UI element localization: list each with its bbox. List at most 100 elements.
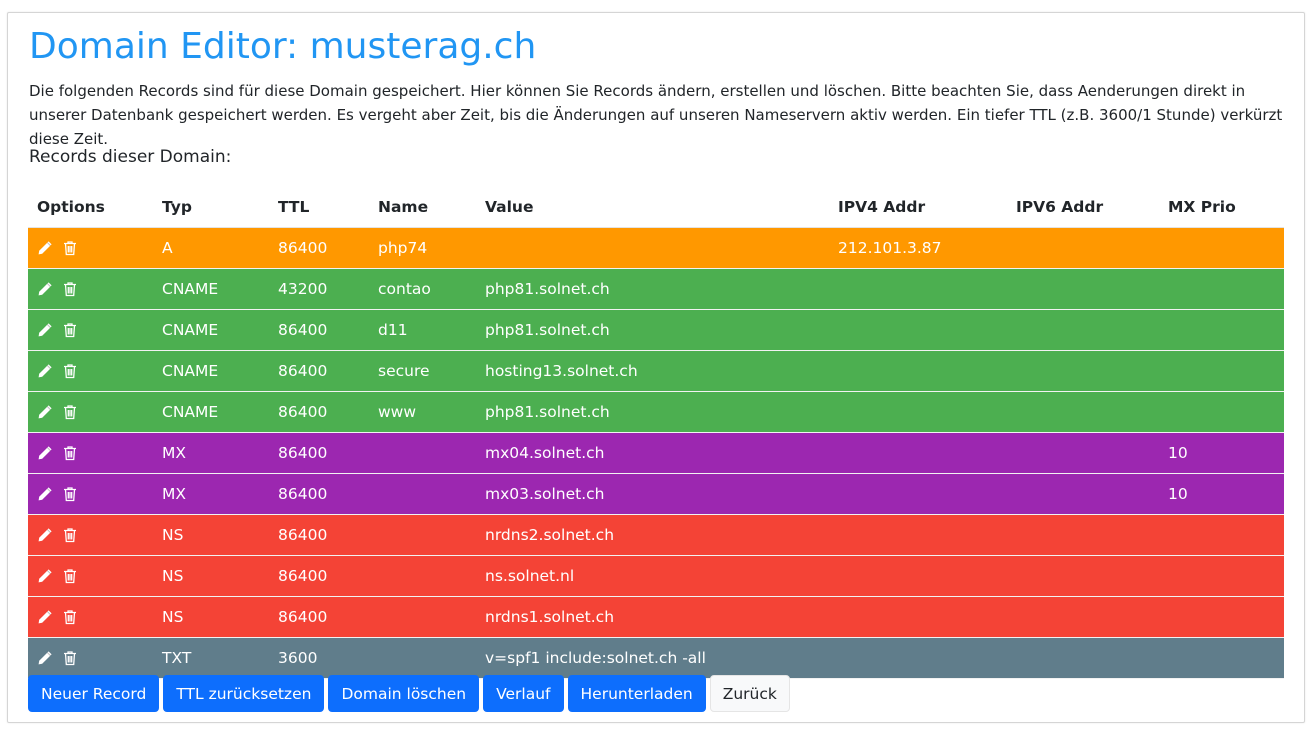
record-ipv4 xyxy=(829,350,1007,392)
record-name xyxy=(369,637,476,679)
record-type: CNAME xyxy=(153,309,269,351)
pencil-icon[interactable] xyxy=(37,404,53,420)
table-row: CNAME 43200 contao php81.solnet.ch xyxy=(28,268,1284,310)
record-ipv4: 212.101.3.87 xyxy=(829,227,1007,269)
header-mx-prio: MX Prio xyxy=(1159,187,1284,228)
trash-icon[interactable] xyxy=(63,650,77,666)
record-value: nrdns2.solnet.ch xyxy=(476,514,829,556)
trash-icon[interactable] xyxy=(63,363,77,379)
record-options xyxy=(28,637,153,679)
record-options xyxy=(28,309,153,351)
table-row: A 86400 php74 212.101.3.87 xyxy=(28,227,1284,269)
record-mx-prio xyxy=(1159,637,1284,679)
record-ipv4 xyxy=(829,309,1007,351)
record-value: hosting13.solnet.ch xyxy=(476,350,829,392)
table-row: NS 86400 nrdns1.solnet.ch xyxy=(28,596,1284,638)
record-ipv6 xyxy=(1007,268,1159,310)
record-ttl: 86400 xyxy=(269,473,369,515)
trash-icon[interactable] xyxy=(63,527,77,543)
record-ttl: 86400 xyxy=(269,350,369,392)
pencil-icon[interactable] xyxy=(37,650,53,666)
header-typ: Typ xyxy=(153,187,269,228)
record-ipv4 xyxy=(829,473,1007,515)
record-ipv4 xyxy=(829,268,1007,310)
trash-icon[interactable] xyxy=(63,486,77,502)
table-row: NS 86400 ns.solnet.nl xyxy=(28,555,1284,597)
delete-domain-button[interactable]: Domain löschen xyxy=(328,675,480,712)
action-bar: Neuer Record TTL zurücksetzen Domain lös… xyxy=(28,675,790,712)
record-type: CNAME xyxy=(153,350,269,392)
trash-icon[interactable] xyxy=(63,404,77,420)
record-mx-prio xyxy=(1159,268,1284,310)
trash-icon[interactable] xyxy=(63,322,77,338)
trash-icon[interactable] xyxy=(63,445,77,461)
record-value: php81.solnet.ch xyxy=(476,268,829,310)
new-record-button[interactable]: Neuer Record xyxy=(28,675,160,712)
record-mx-prio xyxy=(1159,227,1284,269)
record-mx-prio xyxy=(1159,391,1284,433)
record-ttl: 86400 xyxy=(269,309,369,351)
record-options xyxy=(28,227,153,269)
records-heading: Records dieser Domain: xyxy=(29,147,232,167)
record-options xyxy=(28,268,153,310)
record-ttl: 86400 xyxy=(269,391,369,433)
domain-editor-card: Domain Editor: musterag.ch Die folgenden… xyxy=(7,12,1305,723)
trash-icon[interactable] xyxy=(63,281,77,297)
record-ipv4 xyxy=(829,514,1007,556)
header-ipv4: IPV4 Addr xyxy=(829,187,1007,228)
record-ttl: 43200 xyxy=(269,268,369,310)
pencil-icon[interactable] xyxy=(37,281,53,297)
table-row: MX 86400 mx03.solnet.ch 10 xyxy=(28,473,1284,515)
record-type: MX xyxy=(153,473,269,515)
history-button[interactable]: Verlauf xyxy=(483,675,564,712)
record-ipv6 xyxy=(1007,350,1159,392)
record-type: CNAME xyxy=(153,268,269,310)
record-options xyxy=(28,391,153,433)
table-row: TXT 3600 v=spf1 include:solnet.ch -all xyxy=(28,637,1284,679)
record-mx-prio xyxy=(1159,309,1284,351)
table-row: NS 86400 nrdns2.solnet.ch xyxy=(28,514,1284,556)
pencil-icon[interactable] xyxy=(37,527,53,543)
table-row: CNAME 86400 secure hosting13.solnet.ch xyxy=(28,350,1284,392)
record-options xyxy=(28,514,153,556)
header-ttl: TTL xyxy=(269,187,369,228)
record-name: contao xyxy=(369,268,476,310)
back-button[interactable]: Zurück xyxy=(709,675,790,712)
record-ttl: 86400 xyxy=(269,555,369,597)
pencil-icon[interactable] xyxy=(37,486,53,502)
record-value: v=spf1 include:solnet.ch -all xyxy=(476,637,829,679)
record-name: d11 xyxy=(369,309,476,351)
reset-ttl-button[interactable]: TTL zurücksetzen xyxy=(163,675,325,712)
trash-icon[interactable] xyxy=(63,609,77,625)
pencil-icon[interactable] xyxy=(37,363,53,379)
pencil-icon[interactable] xyxy=(37,568,53,584)
trash-icon[interactable] xyxy=(63,240,77,256)
trash-icon[interactable] xyxy=(63,568,77,584)
record-mx-prio xyxy=(1159,555,1284,597)
record-ttl: 86400 xyxy=(269,432,369,474)
table-row: CNAME 86400 d11 php81.solnet.ch xyxy=(28,309,1284,351)
pencil-icon[interactable] xyxy=(37,609,53,625)
pencil-icon[interactable] xyxy=(37,445,53,461)
record-name xyxy=(369,432,476,474)
record-options xyxy=(28,596,153,638)
pencil-icon[interactable] xyxy=(37,322,53,338)
header-value: Value xyxy=(476,187,829,228)
record-ipv6 xyxy=(1007,227,1159,269)
record-ipv6 xyxy=(1007,555,1159,597)
download-button[interactable]: Herunterladen xyxy=(567,675,706,712)
header-ipv6: IPV6 Addr xyxy=(1007,187,1159,228)
record-name xyxy=(369,596,476,638)
record-mx-prio: 10 xyxy=(1159,473,1284,515)
header-options: Options xyxy=(28,187,153,228)
pencil-icon[interactable] xyxy=(37,240,53,256)
record-type: CNAME xyxy=(153,391,269,433)
record-ipv4 xyxy=(829,391,1007,433)
record-ipv4 xyxy=(829,432,1007,474)
table-row: MX 86400 mx04.solnet.ch 10 xyxy=(28,432,1284,474)
intro-text: Die folgenden Records sind für diese Dom… xyxy=(29,82,1283,148)
record-name: php74 xyxy=(369,227,476,269)
record-value: mx04.solnet.ch xyxy=(476,432,829,474)
record-ipv4 xyxy=(829,596,1007,638)
record-ipv6 xyxy=(1007,309,1159,351)
